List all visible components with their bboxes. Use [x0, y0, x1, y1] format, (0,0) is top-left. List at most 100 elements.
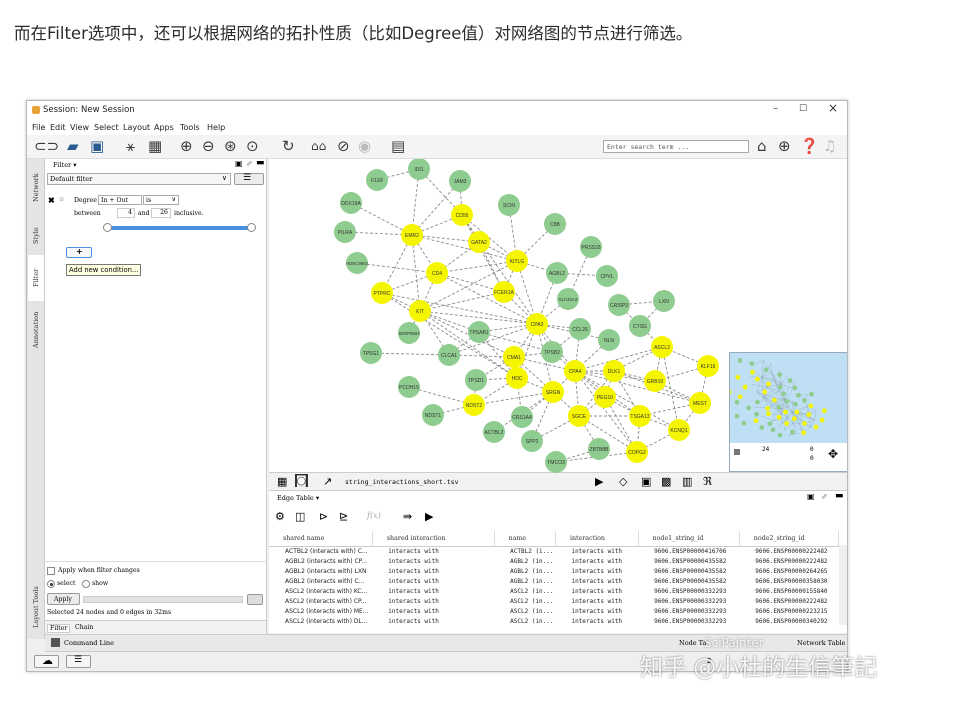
import-table-icon[interactable]: ⇛	[403, 510, 412, 523]
cancel-filter-button[interactable]	[247, 594, 263, 605]
table-cell[interactable]: AGBL2 (in...	[494, 576, 555, 586]
network-icon[interactable]: ⊂⊃	[34, 138, 59, 155]
cloud-button[interactable]: ☁	[34, 654, 59, 668]
table-cell[interactable]: ACTBL2 (i...	[494, 546, 555, 556]
network-edge[interactable]	[419, 310, 518, 379]
table-cell[interactable]: interacts with	[372, 566, 494, 576]
network-node[interactable]: KCNQ1	[668, 419, 690, 441]
network-node[interactable]: SLC45A3	[557, 288, 579, 310]
table-cell[interactable]: interacts with	[555, 586, 638, 596]
menu-apps[interactable]: Apps	[154, 123, 174, 132]
column-header[interactable]: interaction	[555, 531, 639, 547]
table-cell[interactable]: 9606.ENSP00000332293	[638, 616, 739, 626]
network-edge[interactable]	[370, 352, 450, 356]
maximize-button[interactable]: ☐	[799, 104, 807, 114]
save-icon[interactable]: ▣	[90, 138, 104, 155]
zoom-out-icon[interactable]: ⊖	[202, 138, 215, 155]
network-node[interactable]: GATA2	[468, 231, 490, 253]
table-cell[interactable]: interacts with	[372, 616, 494, 626]
network-node[interactable]: SRGN	[542, 381, 564, 403]
table-cell[interactable]: 9606.ENSP00000332293	[638, 596, 739, 606]
filter-preset-select[interactable]: Default filter ∨	[47, 173, 231, 185]
table-cell[interactable]: 9606.ENSP00000340292	[739, 616, 838, 626]
network-node[interactable]: DLK1	[603, 360, 625, 382]
function-builder[interactable]: f(x)	[367, 511, 381, 520]
network-node[interactable]: PRSS33	[580, 236, 602, 258]
network-edge[interactable]	[574, 370, 701, 404]
annotation-icon[interactable]: ℜ	[703, 475, 712, 488]
table-scrollbar[interactable]	[839, 545, 847, 625]
slider-max-handle[interactable]	[247, 223, 256, 232]
network-edge[interactable]	[436, 272, 538, 325]
network-node[interactable]: CTSG	[629, 315, 651, 337]
minimize-button[interactable]: –	[773, 103, 778, 114]
export-icon[interactable]: ↗	[323, 475, 332, 488]
menu-help[interactable]: Help	[207, 123, 225, 132]
network-node[interactable]: TPSB2	[541, 341, 563, 363]
import-network-icon[interactable]: ⚹	[126, 138, 135, 155]
network-node[interactable]: SERPINB3	[398, 322, 420, 344]
table-cell[interactable]: 9606.ENSP00000332293	[638, 586, 739, 596]
network-edge[interactable]	[448, 323, 538, 356]
hide-icon[interactable]: ⊘	[337, 138, 350, 155]
table-cell[interactable]: ASCL2 (interacts with) ME...	[269, 606, 372, 616]
menu-select[interactable]: Select	[94, 123, 119, 132]
table-cell[interactable]: interacts with	[555, 606, 638, 616]
network-node[interactable]: PCDH15	[398, 376, 420, 398]
grid-icon[interactable]: ▦	[277, 475, 287, 488]
globe-icon[interactable]: ⊕	[778, 138, 791, 155]
network-node[interactable]: COPG2	[626, 441, 648, 463]
network-node[interactable]: EMR2	[401, 224, 423, 246]
drag-handle-icon[interactable]: ≡	[59, 196, 64, 203]
menu-file[interactable]: File	[32, 123, 45, 132]
zoom-selected-icon[interactable]: ⊙	[246, 138, 259, 155]
network-edge[interactable]	[461, 214, 538, 325]
overview-panel[interactable]: 24 0 0 ✥	[715, 352, 847, 472]
command-line-tab[interactable]: Command Line	[64, 639, 114, 647]
table-cell[interactable]: 9606.ENSP00000332293	[638, 606, 739, 616]
network-node[interactable]: CRISP3	[608, 294, 630, 316]
network-node[interactable]: DDX19A	[340, 192, 362, 214]
network-node[interactable]: TSGA13	[629, 405, 651, 427]
table-row[interactable]: ASCL2 (interacts with) KC... interacts wi…	[269, 586, 839, 596]
apply-button[interactable]: Apply	[47, 593, 80, 605]
network-edge[interactable]	[436, 260, 518, 274]
table-cell[interactable]: interacts with	[555, 576, 638, 586]
gear-icon[interactable]: ⚙	[275, 510, 285, 523]
network-node[interactable]: TPSD1	[465, 369, 487, 391]
export-table-icon[interactable]: ▶	[425, 510, 433, 523]
degree-max-field[interactable]: 26	[151, 208, 171, 218]
menu-tools[interactable]: Tools	[180, 123, 200, 132]
table-row[interactable]: ASCL2 (interacts with) ME... interacts wi…	[269, 606, 839, 616]
open-folder-icon[interactable]: ▰	[67, 138, 79, 155]
network-node[interactable]: F11R	[366, 169, 388, 191]
close-button[interactable]: ×	[828, 101, 838, 115]
table-cell[interactable]: ASCL2 (interacts with) KC...	[269, 586, 372, 596]
refresh-icon[interactable]: ↻	[282, 138, 295, 155]
network-node[interactable]: TPSAB1	[468, 321, 490, 343]
link-table-icon[interactable]: ⊳	[319, 510, 328, 523]
table-cell[interactable]: interacts with	[372, 596, 494, 606]
network-node[interactable]: FCER1A	[493, 281, 515, 303]
network-view[interactable]: IDI1 F11R JAM3 DDX19A CD55 SCIN PILRA EMR2 GATA2…	[269, 158, 847, 473]
network-node[interactable]: HDC	[506, 367, 528, 389]
table-cell[interactable]: interacts with	[555, 616, 638, 626]
table-cell[interactable]: AGBL2 (in...	[494, 556, 555, 566]
table-cell[interactable]: ASCL2 (in...	[494, 606, 555, 616]
diamond-icon[interactable]: ◇	[619, 475, 627, 488]
operator-select[interactable]: is ∨	[143, 195, 179, 205]
slider-min-handle[interactable]	[103, 223, 112, 232]
network-node[interactable]: TMCO3	[545, 451, 567, 473]
select-edges-icon[interactable]: ▩	[661, 475, 671, 488]
table-cell[interactable]: ASCL2 (in...	[494, 586, 555, 596]
menu-view[interactable]: View	[70, 123, 89, 132]
search-input[interactable]: Enter search term ...	[603, 140, 749, 153]
tab-annotation[interactable]: Annotation	[28, 301, 44, 359]
bell-icon[interactable]: ♫	[823, 138, 836, 155]
filter-header-label[interactable]: Filter ▾	[53, 161, 77, 169]
table-cell[interactable]: interacts with	[555, 556, 638, 566]
table-cell[interactable]: AGBL2 (in...	[494, 566, 555, 576]
network-view-icon[interactable]: ◙	[295, 474, 308, 487]
network-node[interactable]: HDNC9982	[346, 252, 369, 274]
network-node[interactable]: CMA1	[503, 346, 525, 368]
